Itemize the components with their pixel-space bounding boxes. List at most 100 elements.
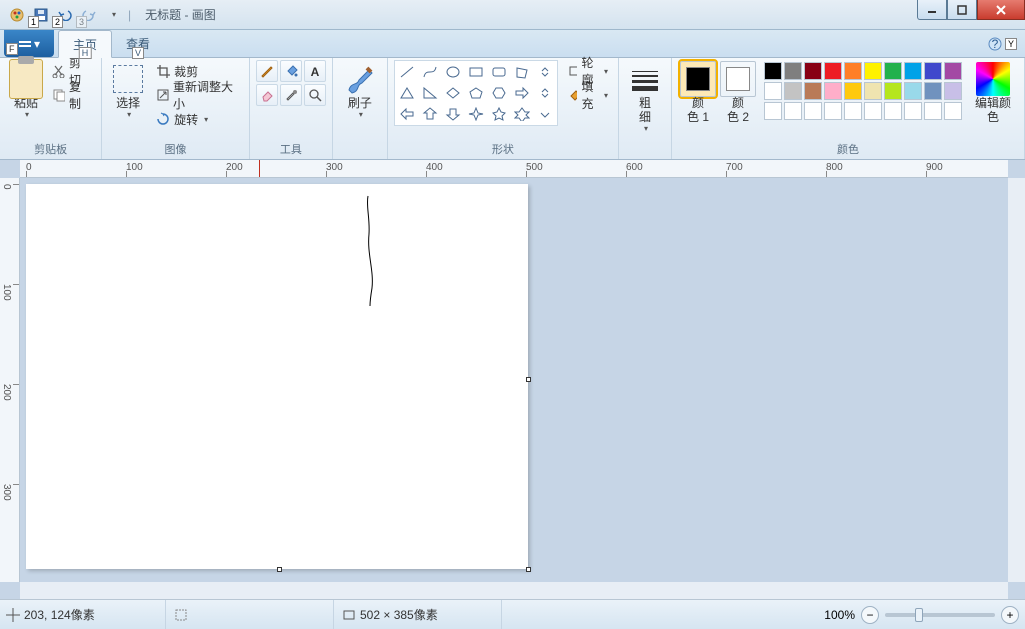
shape-more2[interactable]	[534, 83, 556, 103]
color2-button[interactable]: 颜 色 2	[718, 60, 758, 126]
shape-arrowr[interactable]	[511, 83, 533, 103]
shape-curve[interactable]	[419, 62, 441, 82]
shape-line[interactable]	[396, 62, 418, 82]
qat-customize-dropdown[interactable]	[102, 4, 124, 26]
zoom-in-button[interactable]: +	[1001, 606, 1019, 624]
copy-button[interactable]: 复制	[48, 84, 95, 106]
horizontal-scrollbar[interactable]	[20, 582, 1008, 599]
palette-empty[interactable]	[804, 102, 822, 120]
maximize-button[interactable]	[947, 0, 977, 20]
palette-empty[interactable]	[904, 102, 922, 120]
shape-rect[interactable]	[465, 62, 487, 82]
resize-handle-s[interactable]	[277, 567, 282, 572]
canvas[interactable]	[26, 184, 528, 569]
select-button[interactable]: 选择	[108, 60, 148, 121]
palette-color[interactable]	[924, 82, 942, 100]
shape-star4[interactable]	[465, 104, 487, 124]
color1-button[interactable]: 颜 色 1	[678, 60, 718, 126]
qat-undo-button[interactable]: 2	[54, 4, 76, 26]
size-button[interactable]: 粗 细	[625, 60, 665, 135]
paste-button[interactable]: 粘贴	[6, 60, 46, 121]
color2-swatch	[720, 61, 756, 97]
qat-save-button[interactable]: 1	[30, 4, 52, 26]
palette-empty[interactable]	[924, 102, 942, 120]
text-tool[interactable]: A	[304, 60, 326, 82]
palette-color[interactable]	[764, 62, 782, 80]
ribbon-tabs: ▾ F 主页 H 查看 V ? Y	[0, 30, 1025, 58]
shapes-gallery[interactable]	[394, 60, 558, 126]
palette-empty[interactable]	[844, 102, 862, 120]
palette-color[interactable]	[784, 62, 802, 80]
group-tools: A 工具	[250, 58, 333, 159]
fill-button[interactable]: 填充	[564, 84, 612, 106]
fill-tool[interactable]	[280, 60, 302, 82]
palette-color[interactable]	[884, 62, 902, 80]
vertical-scrollbar[interactable]	[1008, 178, 1025, 582]
palette-color[interactable]	[804, 82, 822, 100]
palette-color[interactable]	[764, 82, 782, 100]
shape-polygon[interactable]	[511, 62, 533, 82]
palette-color[interactable]	[904, 82, 922, 100]
zoom-thumb[interactable]	[915, 608, 923, 622]
palette-empty[interactable]	[864, 102, 882, 120]
shape-more3[interactable]	[534, 104, 556, 124]
shape-triangle[interactable]	[396, 83, 418, 103]
shape-pentagon[interactable]	[465, 83, 487, 103]
group-label: 图像	[108, 139, 243, 159]
edit-colors-button[interactable]: 编辑颜色	[968, 60, 1018, 126]
palette-color[interactable]	[824, 82, 842, 100]
shape-roundrect[interactable]	[488, 62, 510, 82]
picker-tool[interactable]	[280, 84, 302, 106]
tab-view[interactable]: 查看 V	[112, 30, 164, 57]
qat-redo-button[interactable]: 3	[78, 4, 100, 26]
eraser-tool[interactable]	[256, 84, 278, 106]
palette-color[interactable]	[904, 62, 922, 80]
resize-handle-e[interactable]	[526, 377, 531, 382]
shape-star5[interactable]	[488, 104, 510, 124]
palette-color[interactable]	[844, 82, 862, 100]
shape-diamond[interactable]	[442, 83, 464, 103]
shape-more[interactable]	[534, 62, 556, 82]
palette-empty[interactable]	[784, 102, 802, 120]
palette-empty[interactable]	[884, 102, 902, 120]
shape-arrowl[interactable]	[396, 104, 418, 124]
palette-empty[interactable]	[764, 102, 782, 120]
palette-color[interactable]	[824, 62, 842, 80]
window-title: 无标题 - 画图	[145, 6, 216, 23]
resize-handle-se[interactable]	[526, 567, 531, 572]
shape-arrowd[interactable]	[442, 104, 464, 124]
shape-arrowu[interactable]	[419, 104, 441, 124]
minimize-button[interactable]	[917, 0, 947, 20]
palette-color[interactable]	[864, 82, 882, 100]
group-size: 粗 细	[619, 58, 672, 159]
svg-text:A: A	[311, 65, 320, 78]
palette-color[interactable]	[864, 62, 882, 80]
help-button[interactable]: ? Y	[987, 30, 1017, 57]
palette-color[interactable]	[884, 82, 902, 100]
palette-color[interactable]	[924, 62, 942, 80]
file-menu-button[interactable]: ▾ F	[4, 30, 54, 57]
palette-color[interactable]	[944, 62, 962, 80]
shape-hexagon[interactable]	[488, 83, 510, 103]
palette-color[interactable]	[784, 82, 802, 100]
fill-icon	[568, 88, 578, 102]
close-button[interactable]	[977, 0, 1025, 20]
palette-color[interactable]	[804, 62, 822, 80]
shape-rtriangle[interactable]	[419, 83, 441, 103]
palette-color[interactable]	[844, 62, 862, 80]
zoom-out-button[interactable]: −	[861, 606, 879, 624]
qat-app-icon[interactable]	[6, 4, 28, 26]
brush-button[interactable]: 刷子	[339, 60, 381, 121]
pencil-tool[interactable]	[256, 60, 278, 82]
resize-button[interactable]: 重新调整大小	[152, 84, 243, 106]
tab-home[interactable]: 主页 H	[58, 30, 112, 58]
palette-empty[interactable]	[824, 102, 842, 120]
zoom-slider[interactable]	[885, 613, 995, 617]
canvas-viewport[interactable]	[20, 178, 1008, 582]
shape-oval[interactable]	[442, 62, 464, 82]
palette-empty[interactable]	[944, 102, 962, 120]
magnifier-tool[interactable]	[304, 84, 326, 106]
palette-color[interactable]	[944, 82, 962, 100]
shape-star6[interactable]	[511, 104, 533, 124]
rotate-button[interactable]: 旋转	[152, 108, 243, 130]
